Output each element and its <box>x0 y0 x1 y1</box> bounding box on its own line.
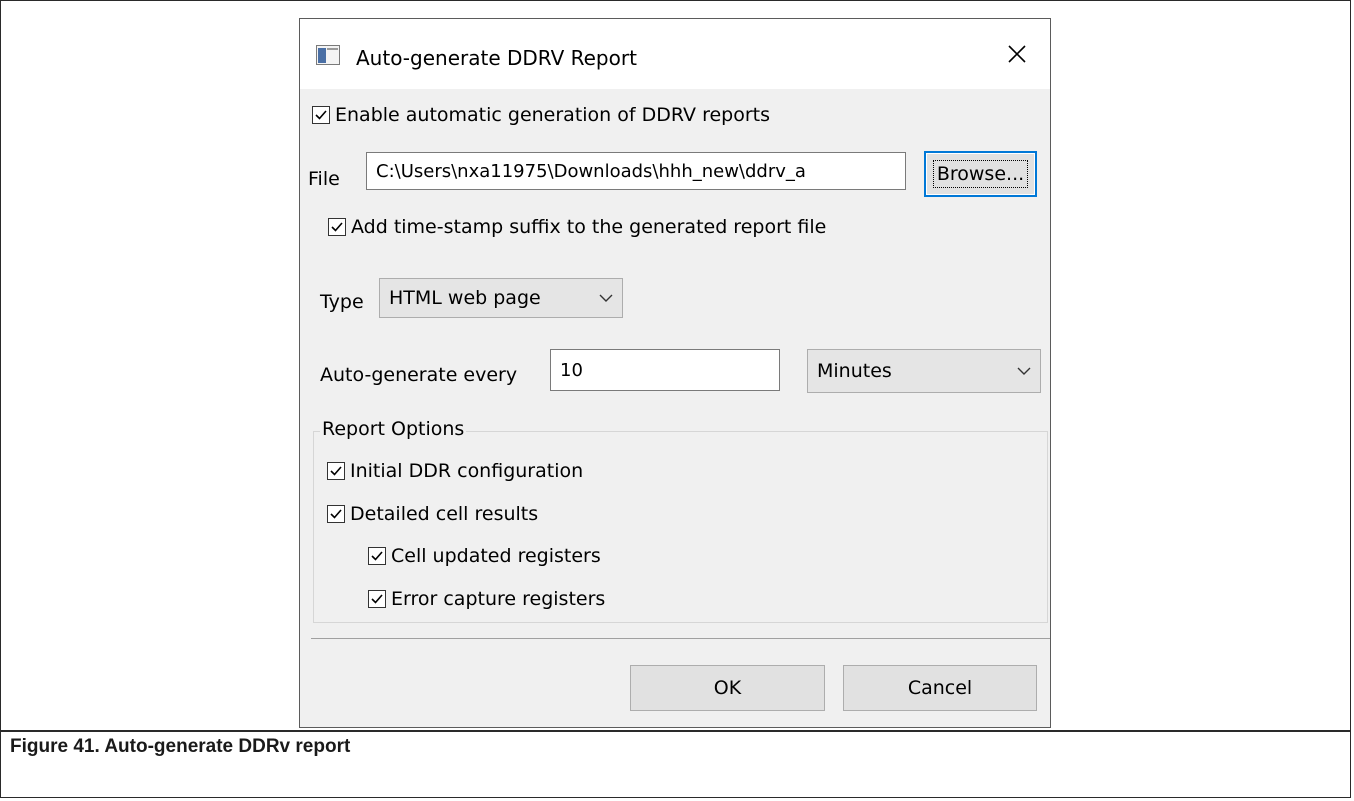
cell-updated-checkbox-row[interactable]: Cell updated registers <box>368 545 601 567</box>
enable-auto-checkbox-row[interactable]: Enable automatic generation of DDRV repo… <box>312 104 770 126</box>
detailed-cell-checkbox[interactable] <box>327 505 345 523</box>
checkmark-icon <box>371 594 383 604</box>
type-label-wrap: Type <box>320 287 364 317</box>
file-label: File <box>308 168 340 190</box>
error-capture-checkbox-row[interactable]: Error capture registers <box>368 588 605 610</box>
initial-ddr-label: Initial DDR configuration <box>350 460 584 482</box>
timestamp-label: Add time-stamp suffix to the generated r… <box>351 216 827 238</box>
report-options-legend: Report Options <box>320 418 467 440</box>
file-label-wrap: File <box>308 164 340 194</box>
cell-updated-checkbox[interactable] <box>368 547 386 565</box>
enable-auto-checkbox[interactable] <box>312 106 330 124</box>
interval-field[interactable]: 10 <box>550 349 780 391</box>
cancel-button[interactable]: Cancel <box>843 665 1037 711</box>
checkmark-icon <box>315 110 327 120</box>
browse-button[interactable]: Browse... <box>924 151 1037 197</box>
ok-button[interactable]: OK <box>630 665 825 711</box>
chevron-down-icon <box>1017 367 1031 375</box>
figure-caption: Figure 41. Auto-generate DDRv report <box>10 736 351 757</box>
enable-auto-label: Enable automatic generation of DDRV repo… <box>335 104 770 126</box>
detailed-cell-label: Detailed cell results <box>350 503 539 525</box>
cell-updated-label: Cell updated registers <box>391 545 601 567</box>
caption-divider <box>0 730 1351 732</box>
error-capture-checkbox[interactable] <box>368 590 386 608</box>
footer-separator <box>311 638 1050 639</box>
error-capture-label: Error capture registers <box>391 588 606 610</box>
interval-unit-value: Minutes <box>817 360 892 382</box>
browse-label: Browse... <box>932 160 1029 188</box>
dialog-title: Auto-generate DDRV Report <box>356 46 637 70</box>
type-label: Type <box>320 291 364 313</box>
initial-ddr-checkbox[interactable] <box>327 462 345 480</box>
file-path-field[interactable]: C:\Users\nxa11975\Downloads\hhh_new\ddrv… <box>366 152 906 190</box>
detailed-cell-checkbox-row[interactable]: Detailed cell results <box>327 503 538 525</box>
close-icon[interactable] <box>1000 37 1034 71</box>
checkmark-icon <box>331 222 343 232</box>
interval-label: Auto-generate every <box>320 364 518 386</box>
chevron-down-icon <box>599 294 613 302</box>
type-select[interactable]: HTML web page <box>379 278 623 318</box>
auto-generate-dialog: Auto-generate DDRV Report Enable automat… <box>299 18 1051 728</box>
checkmark-icon <box>330 466 342 476</box>
interval-label-wrap: Auto-generate every <box>320 360 517 390</box>
timestamp-checkbox[interactable] <box>328 218 346 236</box>
type-selected-value: HTML web page <box>389 287 541 309</box>
checkmark-icon <box>330 509 342 519</box>
app-icon <box>316 45 340 65</box>
initial-ddr-checkbox-row[interactable]: Initial DDR configuration <box>327 460 583 482</box>
checkmark-icon <box>371 551 383 561</box>
interval-unit-select[interactable]: Minutes <box>807 349 1041 393</box>
timestamp-checkbox-row[interactable]: Add time-stamp suffix to the generated r… <box>328 216 826 238</box>
title-bar: Auto-generate DDRV Report <box>300 19 1050 89</box>
